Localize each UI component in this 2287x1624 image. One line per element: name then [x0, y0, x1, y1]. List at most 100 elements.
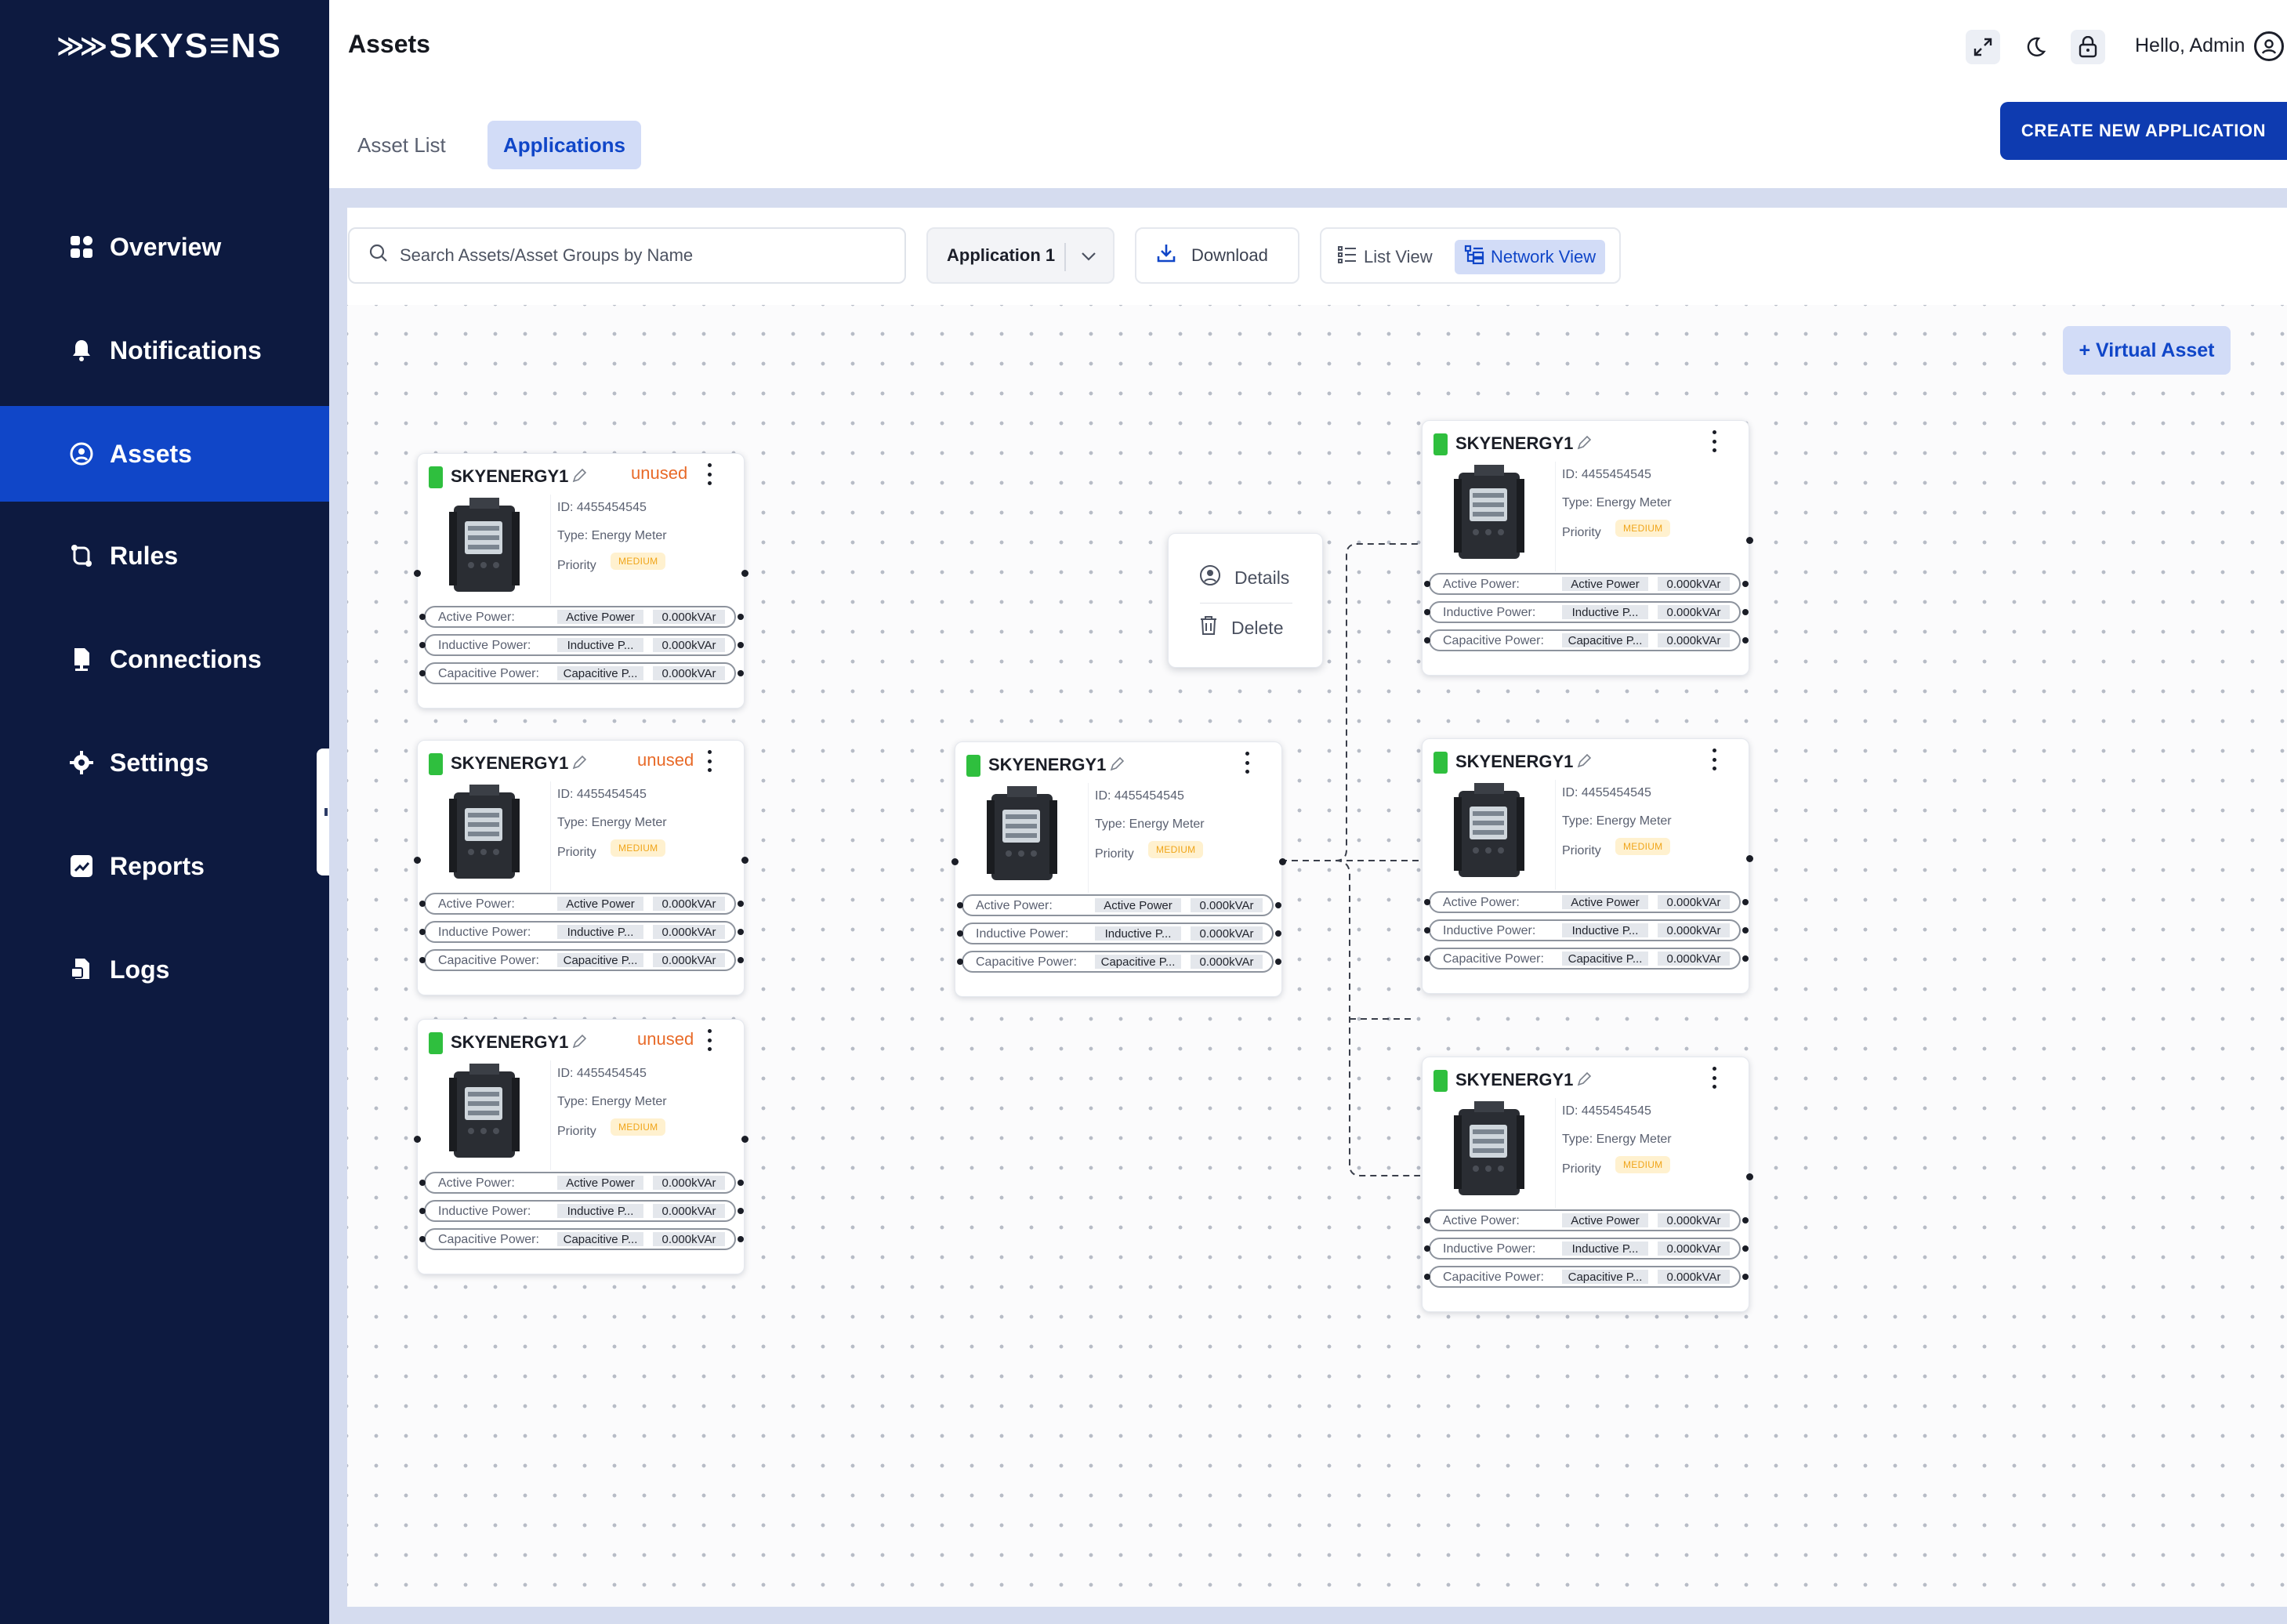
row-port-left[interactable]	[419, 1208, 426, 1214]
output-port[interactable]	[1746, 1173, 1753, 1180]
output-port[interactable]	[1279, 858, 1286, 865]
pencil-icon[interactable]	[571, 468, 587, 488]
asset-card[interactable]: SKYENERGY1 unused ID: 4455454545 Type: Ener…	[414, 740, 748, 995]
measurement-row[interactable]: Active Power: Active Power 0.000kVAr	[424, 893, 736, 915]
measurement-source[interactable]: Capacitive P...	[557, 666, 643, 680]
measurement-row[interactable]: Inductive Power: Inductive P... 0.000kVAr	[962, 923, 1274, 944]
row-port-right[interactable]	[738, 929, 744, 935]
input-port[interactable]	[414, 1136, 421, 1143]
measurement-row[interactable]: Capacitive Power: Capacitive P... 0.000kVA…	[1429, 629, 1741, 651]
row-port-left[interactable]	[1424, 1245, 1430, 1252]
row-port-right[interactable]	[738, 670, 744, 676]
row-port-right[interactable]	[738, 1236, 744, 1242]
measurement-source[interactable]: Active Power	[1562, 1213, 1648, 1227]
input-port[interactable]	[414, 857, 421, 864]
pencil-icon[interactable]	[1576, 1071, 1592, 1091]
measurement-row[interactable]: Active Power: Active Power 0.000kVAr	[1429, 573, 1741, 595]
measurement-row[interactable]: Capacitive Power: Capacitive P... 0.000kVA…	[424, 949, 736, 971]
row-port-right[interactable]	[738, 614, 744, 620]
measurement-row[interactable]: Active Power: Active Power 0.000kVAr	[1429, 891, 1741, 913]
row-port-right[interactable]	[1275, 902, 1281, 908]
more-options-icon[interactable]	[706, 463, 712, 485]
moon-icon[interactable]	[2017, 30, 2052, 64]
row-port-right[interactable]	[1742, 1274, 1749, 1280]
measurement-source[interactable]: Inductive P...	[1562, 923, 1648, 937]
sidebar-item-reports[interactable]: Reports	[0, 818, 329, 914]
search-input[interactable]: Search Assets/Asset Groups by Name	[348, 227, 906, 284]
measurement-row[interactable]: Inductive Power: Inductive P... 0.000kVAr	[424, 634, 736, 656]
measurement-row[interactable]: Active Power: Active Power 0.000kVAr	[962, 894, 1274, 916]
measurement-source[interactable]: Inductive P...	[557, 638, 643, 652]
pencil-icon[interactable]	[1576, 435, 1592, 455]
more-options-icon[interactable]	[706, 750, 712, 772]
row-port-left[interactable]	[1424, 955, 1430, 962]
context-delete-item[interactable]: Delete	[1198, 612, 1283, 643]
row-port-right[interactable]	[1742, 581, 1749, 587]
row-port-left[interactable]	[957, 902, 963, 908]
sidebar-item-connections[interactable]: Connections	[0, 611, 329, 707]
row-port-left[interactable]	[1424, 609, 1430, 615]
network-view-button[interactable]: Network View	[1455, 240, 1606, 274]
output-port[interactable]	[741, 857, 748, 864]
row-port-right[interactable]	[1742, 927, 1749, 933]
row-port-left[interactable]	[1424, 1274, 1430, 1280]
measurement-source[interactable]: Inductive P...	[557, 1204, 643, 1218]
more-options-icon[interactable]	[1244, 752, 1250, 774]
measurement-source[interactable]: Capacitive P...	[1562, 633, 1648, 647]
more-options-icon[interactable]	[1711, 1067, 1717, 1089]
row-port-left[interactable]	[1424, 927, 1430, 933]
pencil-icon[interactable]	[1109, 756, 1125, 776]
measurement-source[interactable]: Active Power	[557, 1176, 643, 1190]
row-port-left[interactable]	[957, 930, 963, 937]
row-port-right[interactable]	[738, 642, 744, 648]
row-port-left[interactable]	[957, 959, 963, 965]
row-port-right[interactable]	[1275, 959, 1281, 965]
tab-applications[interactable]: Applications	[487, 121, 642, 169]
measurement-source[interactable]: Active Power	[1562, 577, 1648, 591]
expand-icon[interactable]	[1966, 30, 2000, 64]
create-new-application-button[interactable]: CREATE NEW APPLICATION	[2000, 102, 2287, 160]
pencil-icon[interactable]	[1576, 753, 1592, 773]
row-port-left[interactable]	[419, 929, 426, 935]
measurement-row[interactable]: Inductive Power: Inductive P... 0.000kVAr	[424, 1200, 736, 1222]
sidebar-item-notifications[interactable]: Notifications	[0, 303, 329, 398]
row-port-left[interactable]	[419, 957, 426, 963]
measurement-row[interactable]: Inductive Power: Inductive P... 0.000kVAr	[1429, 919, 1741, 941]
row-port-left[interactable]	[419, 642, 426, 648]
measurement-source[interactable]: Capacitive P...	[557, 1232, 643, 1246]
measurement-source[interactable]: Active Power	[1562, 895, 1648, 909]
measurement-source[interactable]: Inductive P...	[1095, 926, 1181, 941]
measurement-row[interactable]: Capacitive Power: Capacitive P... 0.000kVA…	[424, 1228, 736, 1250]
tab-asset-list[interactable]: Asset List	[342, 121, 462, 169]
sidebar-item-assets[interactable]: Assets	[0, 406, 329, 502]
output-port[interactable]	[741, 570, 748, 577]
input-port[interactable]	[414, 570, 421, 577]
sidebar-item-logs[interactable]: Logs	[0, 922, 329, 1017]
brand-logo[interactable]: ≫≫ SKYS≡NS	[56, 27, 282, 66]
user-avatar-icon[interactable]	[2254, 31, 2284, 61]
measurement-source[interactable]: Active Power	[557, 897, 643, 911]
measurement-source[interactable]: Capacitive P...	[557, 953, 643, 967]
row-port-left[interactable]	[1424, 581, 1430, 587]
output-port[interactable]	[741, 1136, 748, 1143]
download-button[interactable]: Download	[1135, 227, 1299, 284]
sidebar-item-settings[interactable]: Settings	[0, 715, 329, 810]
row-port-left[interactable]	[1424, 637, 1430, 643]
more-options-icon[interactable]	[706, 1029, 712, 1051]
measurement-source[interactable]: Inductive P...	[1562, 605, 1648, 619]
asset-card[interactable]: SKYENERGY1 unused ID: 4455454545 Type: Ener…	[414, 1019, 748, 1274]
row-port-left[interactable]	[1424, 1217, 1430, 1223]
application-select[interactable]: Application 1	[926, 227, 1115, 284]
measurement-row[interactable]: Inductive Power: Inductive P... 0.000kVAr	[1429, 601, 1741, 623]
row-port-right[interactable]	[738, 957, 744, 963]
list-view-button[interactable]: List View	[1328, 240, 1442, 274]
measurement-row[interactable]: Inductive Power: Inductive P... 0.000kVAr	[1429, 1238, 1741, 1260]
row-port-right[interactable]	[1742, 609, 1749, 615]
input-port[interactable]	[951, 858, 959, 865]
pencil-icon[interactable]	[571, 1034, 587, 1053]
pencil-icon[interactable]	[571, 755, 587, 774]
row-port-left[interactable]	[419, 1180, 426, 1186]
row-port-right[interactable]	[1742, 1245, 1749, 1252]
asset-card[interactable]: SKYENERGY1 ID: 4455454545 Type: Energy Met…	[1422, 738, 1753, 994]
measurement-row[interactable]: Inductive Power: Inductive P... 0.000kVAr	[424, 921, 736, 943]
